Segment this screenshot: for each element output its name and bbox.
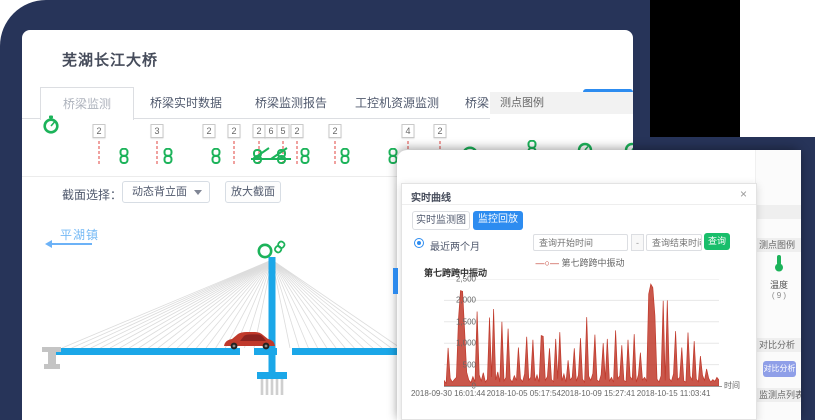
temperature-sensor-item[interactable]: 温度 ( 9 ) — [756, 254, 801, 300]
sensor-count-badge: 2 — [227, 124, 240, 138]
chain-link-icon[interactable] — [118, 148, 130, 169]
enlarge-section-button[interactable]: 放大截面 — [225, 181, 281, 203]
chain-link-icon[interactable] — [299, 148, 311, 169]
page-title: 芜湖长江大桥 — [62, 49, 158, 70]
bridge-deck — [56, 348, 401, 355]
realtime-curve-modal: 实时曲线 × 实时监测图 监控回放 最近两个月 - 查询 —○— 第七跨跨中振动… — [401, 183, 757, 420]
sensor-count-badge: 2 — [92, 124, 105, 138]
tab-ipc-resource[interactable]: 工控机资源监测 — [355, 87, 439, 119]
radio-selected-icon — [414, 238, 424, 248]
tab-monitor-report[interactable]: 桥梁监测报告 — [255, 87, 327, 119]
modal-header: 实时曲线 × — [402, 184, 756, 205]
bridge-drawing — [28, 238, 408, 408]
tab-monitor-playback[interactable]: 监控回放 — [473, 211, 523, 230]
section-select-dropdown[interactable]: 动态背立面 — [122, 181, 210, 203]
compare-analysis-button[interactable]: 对比分析 — [763, 361, 796, 377]
modal-title: 实时曲线 — [411, 189, 451, 204]
dashed-marker — [234, 141, 235, 164]
temperature-label: 温度 — [756, 278, 801, 291]
measure-point-list-header: 监测点列表 — [756, 388, 801, 402]
query-button[interactable]: 查询 — [704, 233, 730, 250]
car — [224, 332, 275, 349]
x-tick-label: 2018-10-05 05:17:54 — [487, 389, 561, 398]
dashed-marker — [157, 141, 158, 164]
x-axis-title: 时间 — [724, 380, 740, 391]
bridge-cross-section — [28, 238, 408, 408]
y-tick-label: 2,000 — [446, 296, 476, 305]
chain-link-icon[interactable] — [162, 148, 174, 169]
sensor-count-badge: 4 — [401, 124, 414, 138]
screenshot-stage: 芜湖长江大桥 桥梁监测 桥梁实时数据 桥梁监测报告 工控机资源监测 桥梁系统报警… — [0, 0, 815, 420]
vibration-chart — [444, 279, 719, 386]
dashed-marker — [99, 141, 100, 164]
bridge-abutment — [42, 347, 61, 369]
chain-link-icon — [274, 241, 286, 254]
side-panel-band — [756, 205, 801, 219]
bridge-icon[interactable] — [251, 146, 291, 170]
sensor-count-badge: 2 — [202, 124, 215, 138]
popup-window: 测点图例 温度 ( 9 ) 对比分析 对比分析 监测点列表 实时曲线 × 实时监… — [397, 150, 801, 420]
temperature-count: ( 9 ) — [756, 291, 801, 300]
sensor-count-badge: 2 — [290, 124, 303, 138]
dashed-marker — [335, 141, 336, 164]
legend-panel-title: 测点图例 — [490, 92, 633, 114]
compare-analysis-header: 对比分析 — [756, 338, 801, 352]
x-axis-line — [444, 386, 722, 387]
tower-footing — [257, 372, 287, 379]
date-range-separator: - — [631, 234, 644, 251]
y-tick-label: 1,500 — [446, 317, 476, 326]
section-select-value: 动态背立面 — [132, 186, 187, 198]
tab-realtime-data[interactable]: 桥梁实时数据 — [150, 87, 222, 119]
sensor-count-badge: 5 — [276, 124, 289, 138]
dashed-marker — [297, 141, 298, 164]
tower-piles — [262, 379, 282, 395]
bridge-tower — [269, 257, 276, 373]
y-tick-label: 2,500 — [446, 275, 476, 284]
section-select-label: 截面选择： — [62, 186, 122, 203]
chain-link-icon[interactable] — [210, 148, 222, 169]
query-end-time-input[interactable] — [646, 234, 702, 251]
y-tick-label: 500 — [446, 360, 476, 369]
close-icon[interactable]: × — [740, 187, 747, 201]
black-corner-region — [650, 0, 740, 137]
gauge-icon — [43, 115, 60, 140]
sensor-count-badge: 2 — [328, 124, 341, 138]
chart-plot-area — [444, 279, 719, 386]
sensor-count-badge: 3 — [150, 124, 163, 138]
side-legend-header: 测点图例 — [756, 238, 801, 252]
white-corner-region — [740, 0, 815, 137]
x-tick-label: 2018-09-30 16:01:44 — [411, 389, 485, 398]
radio-label: 最近两个月 — [430, 238, 480, 253]
x-tick-label: 2018-10-09 15:27:41 — [561, 389, 635, 398]
query-start-time-input[interactable] — [533, 234, 628, 251]
gauge-icon — [259, 245, 271, 257]
popup-edge-marker — [393, 268, 398, 294]
chevron-down-icon — [194, 190, 202, 195]
chain-link-icon[interactable] — [339, 148, 351, 169]
sensor-count-badge: 2 — [433, 124, 446, 138]
x-tick-label: 2018-10-15 11:03:41 — [637, 389, 711, 398]
popup-side-panel: 测点图例 温度 ( 9 ) 对比分析 对比分析 监测点列表 — [755, 150, 801, 420]
legend-series-label: 第七跨跨中振动 — [561, 258, 624, 268]
y-tick-label: 1,000 — [446, 339, 476, 348]
tab-realtime-chart[interactable]: 实时监测图 — [412, 211, 470, 230]
legend-marker-icon: —○— — [536, 258, 559, 268]
bridge-cables — [62, 260, 400, 348]
thermometer-icon — [773, 254, 785, 272]
